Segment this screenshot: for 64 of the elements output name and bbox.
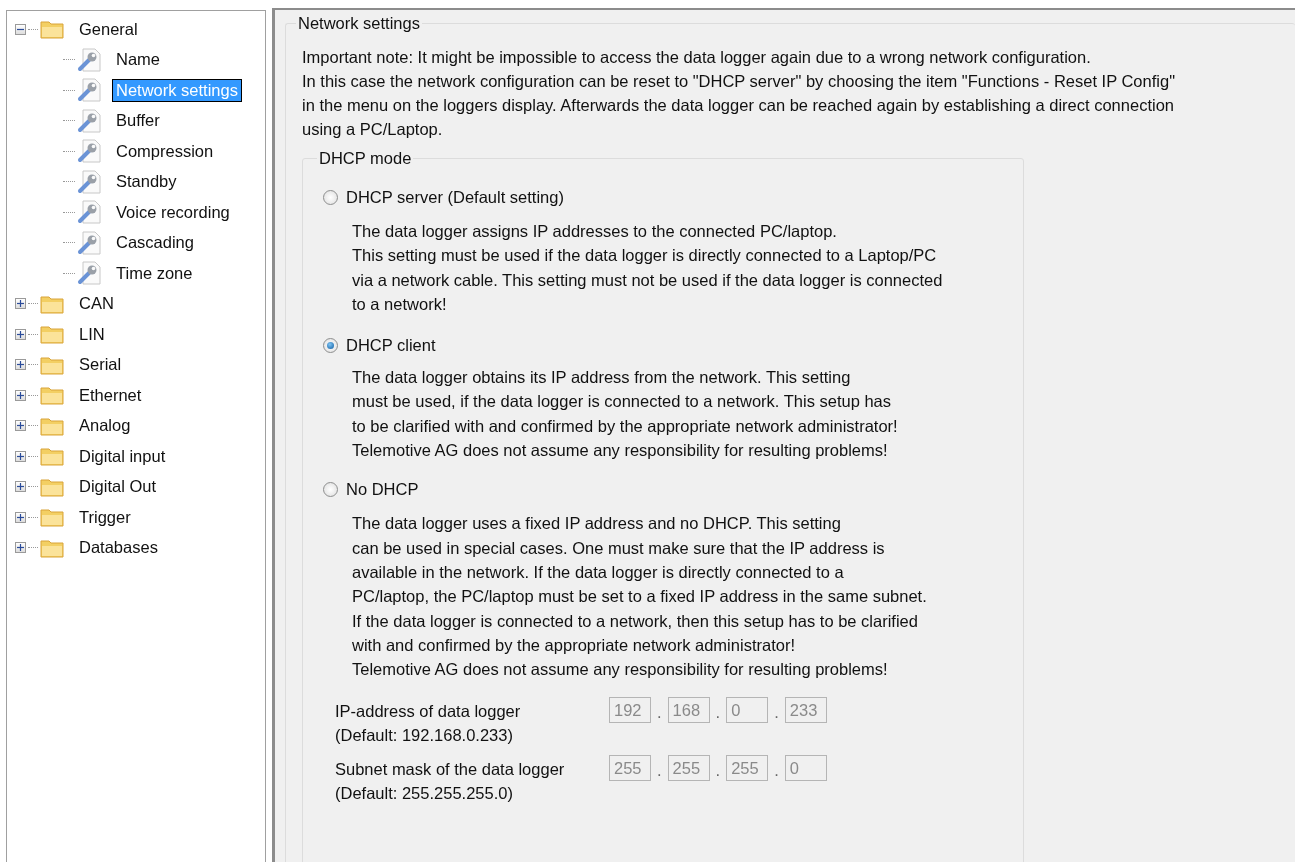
field-label: Subnet mask of the data logger — [335, 759, 566, 781]
expand-icon[interactable] — [15, 298, 26, 310]
wrench-page-icon — [77, 108, 103, 133]
tree-item[interactable]: Cascading — [113, 232, 197, 254]
folder-icon — [40, 293, 64, 314]
group-title: Network settings — [297, 14, 421, 33]
wrench-page-icon — [77, 200, 103, 225]
folder-icon — [40, 354, 64, 375]
tree-item[interactable]: Databases — [76, 537, 161, 559]
radio-option[interactable]: No DHCP — [323, 480, 419, 500]
option-description: The data logger obtains its IP address from the network. This setting must be used, if the data logger is connected to a network. This setup has to be clarified with and confirmed by the appropriate network administrator! Telemotive AG does not assume any responsibility for resulting problems! — [352, 367, 899, 462]
radio-option[interactable]: DHCP server (Default setting) — [323, 188, 564, 207]
default-hint: (Default: 192.168.0.233) — [335, 725, 514, 747]
tree-item[interactable]: Name — [113, 49, 163, 71]
tree-item[interactable]: General — [76, 18, 141, 40]
expand-icon[interactable] — [15, 511, 26, 523]
folder-icon — [40, 324, 64, 345]
expand-icon[interactable] — [15, 450, 26, 462]
tree-item[interactable]: LIN — [76, 323, 108, 345]
tree-item[interactable]: Analog — [76, 415, 134, 437]
folder-icon — [40, 507, 64, 528]
expand-icon[interactable] — [15, 542, 26, 554]
expand-icon[interactable] — [15, 328, 26, 340]
wrench-page-icon — [77, 139, 103, 164]
wrench-page-icon — [77, 230, 103, 255]
tree-item[interactable]: Voice recording — [113, 201, 233, 223]
dot-separator: . — [774, 702, 779, 724]
folder-icon — [40, 476, 64, 497]
expand-icon[interactable] — [15, 359, 26, 371]
folder-icon — [40, 19, 64, 40]
note-text: Important note: It might be impossible to access the data logger again due to a wrong network configuration. In this case the network configuration can be reset to "DHCP server" by choosing the item "Functions - Reset IP Config" in the menu on the loggers display. Afterwards the data logger can be reached again by establishing a direct connection using a PC/Laptop. — [302, 47, 1176, 140]
tree-item[interactable]: Time zone — [113, 262, 196, 284]
tree-item[interactable]: Trigger — [76, 506, 134, 528]
expand-icon[interactable] — [15, 389, 26, 401]
dot-separator: . — [774, 760, 779, 782]
tree-item[interactable]: Digital input — [76, 445, 169, 467]
dot-separator: . — [657, 702, 662, 724]
tree-item[interactable]: Digital Out — [76, 476, 160, 498]
folder-icon — [40, 446, 64, 467]
tree-item[interactable]: Serial — [76, 354, 125, 376]
wrench-page-icon — [77, 169, 103, 194]
wrench-page-icon — [77, 261, 103, 286]
field-label: IP-address of data logger — [335, 701, 522, 723]
tree-item[interactable]: Compression — [113, 140, 217, 162]
expand-icon[interactable] — [15, 481, 26, 493]
wrench-page-icon — [77, 78, 103, 103]
radio-option[interactable]: DHCP client — [323, 336, 436, 356]
group-title: DHCP mode — [318, 149, 413, 168]
option-description: The data logger uses a fixed IP address and no DHCP. This setting can be used in special cases. One must make sure that the IP address is available in the network. If the data logger is directly connected to a PC/laptop, the PC/laptop must be set to a fixed IP address in the same subnet. If the data logger is connected to a network, then this setup has to be clarified with and confirmed by the appropriate network administrator! Telemotive AG does not assume any responsibility for resulting problems! — [352, 513, 928, 681]
folder-icon — [40, 537, 64, 558]
tree-item[interactable]: Buffer — [113, 110, 163, 132]
folder-icon — [40, 385, 64, 406]
tree-item[interactable]: Ethernet — [76, 384, 145, 406]
tree-item[interactable]: CAN — [76, 293, 117, 315]
wrench-page-icon — [77, 47, 103, 72]
dot-separator: . — [657, 760, 662, 782]
collapse-icon[interactable] — [15, 23, 26, 35]
folder-icon — [40, 415, 64, 436]
dot-separator: . — [715, 760, 721, 782]
expand-icon[interactable] — [15, 420, 26, 432]
option-description: The data logger assigns IP addresses to the connected PC/laptop. This setting must be used if the data logger is directly connected to a Laptop/PC via a network cable. This setting must not be used if the data logger is connected to a network! — [352, 221, 944, 315]
default-hint: (Default: 255.255.255.0) — [335, 783, 514, 805]
dot-separator: . — [715, 702, 721, 724]
tree-item[interactable]: Standby — [113, 171, 180, 193]
